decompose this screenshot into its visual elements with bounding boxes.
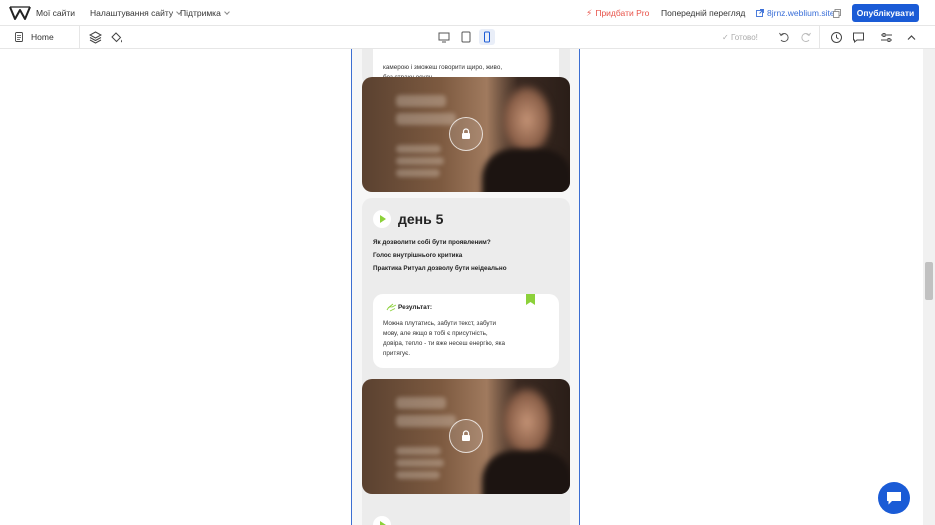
external-link-icon <box>756 9 764 17</box>
site-url-link[interactable]: 8jrnz.weblium.site <box>756 8 835 18</box>
lock-icon <box>462 128 470 139</box>
save-status: ✓ Готово! <box>722 33 758 42</box>
video-thumbnail <box>502 85 552 155</box>
result-label: Результат: <box>398 304 433 311</box>
page-icon <box>15 32 23 42</box>
top-bar: Мої сайти Налаштування сайту Підтримка ⚡… <box>0 0 935 26</box>
support-label: Підтримка <box>180 8 221 18</box>
blurred-title <box>396 397 446 409</box>
my-sites-link[interactable]: Мої сайти <box>36 8 75 18</box>
desktop-icon <box>438 32 450 43</box>
tablet-icon <box>461 31 471 43</box>
divider <box>79 26 80 49</box>
note-line: Можна плутатись, забути текст, забути <box>383 320 496 327</box>
lightning-icon: ⚡ <box>586 8 593 18</box>
page-name: Home <box>31 32 54 42</box>
chat-icon <box>887 492 901 505</box>
note-line: мову, але якщо в тобі є присутність, <box>383 330 488 337</box>
blurred-title <box>396 113 456 125</box>
day-title: день 5 <box>398 211 444 227</box>
layers-icon[interactable] <box>89 31 102 44</box>
settings-sliders-icon[interactable] <box>880 31 893 44</box>
site-settings-menu[interactable]: Налаштування сайту <box>90 8 182 18</box>
blurred-subtitle <box>396 157 444 165</box>
mobile-icon <box>484 31 490 43</box>
note-line: камерою і зможеш говорити щиро, живо, <box>383 64 503 71</box>
weblium-logo-icon[interactable] <box>9 5 31 21</box>
canvas-scrollbar[interactable] <box>923 49 935 525</box>
video-thumbnail-shape <box>482 149 570 192</box>
topic-item: Як дозволити собі бути проявленим? <box>373 239 491 246</box>
site-settings-label: Налаштування сайту <box>90 8 174 18</box>
topic-item: Практика Ритуал дозволу бути неідеально <box>373 265 507 272</box>
publish-button[interactable]: Опублікувати <box>852 4 919 22</box>
page-selector[interactable]: Home <box>15 32 54 42</box>
add-pro-button[interactable]: ⚡ Придбати Pro <box>586 8 649 19</box>
undo-icon[interactable] <box>778 31 791 44</box>
result-note: Результат: Можна плутатись, забути текст… <box>373 294 559 368</box>
scrollbar-thumb[interactable] <box>925 262 933 300</box>
note-line: притягує. <box>383 350 411 357</box>
history-icon[interactable] <box>830 31 843 44</box>
note-line: довіра, тепло - ти вже несеш енергію, як… <box>383 340 506 347</box>
editor-canvas: камерою і зможеш говорити щиро, живо, бе… <box>0 49 923 525</box>
lock-button[interactable] <box>449 117 483 151</box>
desktop-view-button[interactable] <box>436 29 452 45</box>
topic-item: Голос внутрішнього критика <box>373 252 463 259</box>
blurred-subtitle <box>396 169 440 177</box>
add-pro-label: Придбати Pro <box>595 8 650 18</box>
lock-icon <box>462 430 470 441</box>
play-icon[interactable] <box>373 210 391 228</box>
play-icon[interactable] <box>373 516 391 525</box>
blurred-subtitle <box>396 145 441 153</box>
lock-button[interactable] <box>449 419 483 453</box>
day-card-next <box>362 504 570 525</box>
video-thumbnail-shape <box>482 451 570 494</box>
chevron-down-icon <box>223 9 230 15</box>
collapse-chevron-up-icon[interactable] <box>905 31 918 44</box>
site-url-label: 8jrnz.weblium.site <box>767 8 835 18</box>
video-thumbnail <box>502 387 552 457</box>
locked-video[interactable] <box>362 379 570 494</box>
mobile-view-button[interactable] <box>479 29 495 45</box>
redo-icon[interactable] <box>799 31 812 44</box>
blurred-subtitle <box>396 459 444 467</box>
blurred-title <box>396 95 446 107</box>
tablet-view-button[interactable] <box>458 29 474 45</box>
bookmark-icon <box>526 294 535 305</box>
chat-support-button[interactable] <box>878 482 910 514</box>
comments-icon[interactable] <box>852 31 865 44</box>
support-menu[interactable]: Підтримка <box>180 8 230 18</box>
locked-video[interactable] <box>362 77 570 192</box>
blurred-subtitle <box>396 447 441 455</box>
mobile-preview-frame[interactable]: камерою і зможеш говорити щиро, живо, бе… <box>351 49 580 525</box>
paint-bucket-icon[interactable] <box>110 31 123 44</box>
blurred-subtitle <box>396 471 440 479</box>
hand-icon <box>386 303 397 312</box>
blurred-title <box>396 415 456 427</box>
copy-icon[interactable] <box>833 9 841 18</box>
preview-button[interactable]: Попередній перегляд <box>661 8 745 18</box>
editor-toolbar: Home ✓ Готово! <box>0 26 935 49</box>
divider <box>819 26 820 49</box>
save-status-label: Готово! <box>730 33 758 42</box>
